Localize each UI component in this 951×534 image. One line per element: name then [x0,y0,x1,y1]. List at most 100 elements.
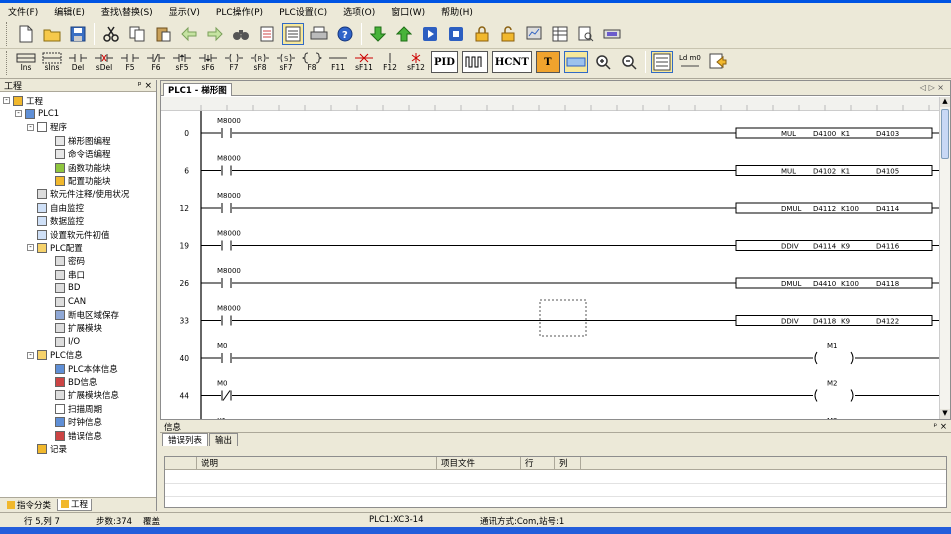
column-row[interactable]: 行 [521,457,555,470]
save-icon[interactable] [67,23,89,45]
column-col[interactable]: 列 [555,457,581,470]
new-file-icon[interactable] [15,23,37,45]
tree-item[interactable]: 错误信息 [55,429,102,442]
tree-item[interactable]: PLC信息 [37,349,83,362]
tree-item[interactable]: 密码 [55,255,85,268]
help-icon[interactable]: ? [334,23,356,45]
pin-close-icon[interactable]: ᵖ × [138,81,152,91]
menu-item-0[interactable]: 文件(F) [6,5,40,18]
scroll-up-arrow-icon[interactable]: ▲ [940,97,950,107]
tree-expander-icon[interactable]: - [15,110,22,118]
hcnt-button[interactable]: HCNT [491,51,532,73]
table-view-icon[interactable] [549,23,571,45]
tree-item[interactable]: 时钟信息 [55,416,102,429]
select-mode-icon[interactable] [563,51,588,73]
tree-item[interactable]: BD [55,282,80,295]
tab-error-list[interactable]: 错误列表 [162,433,209,446]
menu-item-3[interactable]: 显示(V) [167,5,202,18]
menu-item-2[interactable]: 查找\替换(S) [99,5,155,18]
tree-expander-icon[interactable]: - [27,244,34,252]
ladder-tool-f6[interactable]: F6 [143,51,169,77]
tab-ladder-diagram[interactable]: PLC1 - 梯形图 [163,83,232,96]
tree-expander-icon[interactable]: - [3,97,10,104]
ladder-tool-f7[interactable]: F7 [221,51,247,77]
ladder-tool-sins[interactable]: sIns [39,51,65,77]
ladder-tool-f5[interactable]: F5 [117,51,143,77]
redo-icon[interactable] [204,23,226,45]
monitor-icon[interactable] [523,23,545,45]
ladder-canvas[interactable]: 0 M8000 MUL D4100 K1 D4103 6 M8000 MUL D4102 K1 D41… [161,111,939,419]
scroll-thumb[interactable] [941,109,949,159]
pid-button[interactable]: PID [431,51,458,73]
ladder-tool-sf5[interactable]: sF5 [169,51,195,77]
upload-icon[interactable] [393,23,415,45]
ladder-tool-sf11[interactable]: sF11 [351,51,377,77]
device-icon[interactable] [601,23,623,45]
ladder-tool-f11[interactable]: F11 [325,51,351,77]
tree-item[interactable]: 断电区域保存 [55,308,119,321]
print-icon[interactable] [308,23,330,45]
tree-item[interactable]: PLC本体信息 [55,362,118,375]
ladder-tool-sdel[interactable]: sDel [91,51,117,77]
ladder-tool-sf8[interactable]: RsF8 [247,51,273,77]
menu-item-8[interactable]: 帮助(H) [439,5,475,18]
pin-close-icon[interactable]: ᵖ × [934,422,947,432]
tree-item[interactable]: 记录 [37,442,67,455]
toolbar-grip[interactable] [6,21,9,46]
ladder-view-icon[interactable] [282,22,304,45]
tree-item[interactable]: 软元件注释/使用状况 [37,188,129,201]
find-icon[interactable] [230,23,252,45]
lock-icon[interactable] [471,23,493,45]
ld-m0-button[interactable]: Ld m0 [677,51,703,73]
tab-output[interactable]: 输出 [209,433,239,446]
tree-expander-icon[interactable]: - [27,123,34,131]
tab-project[interactable]: 工程 [57,498,93,511]
tree-item[interactable]: 串口 [55,268,85,281]
ladder-grid-icon[interactable] [650,51,673,73]
tree-item[interactable]: 命令语编程 [55,148,111,161]
tree-item[interactable]: CAN [55,295,86,308]
toolbar-grip[interactable] [6,51,9,75]
menu-item-6[interactable]: 选项(O) [341,5,377,18]
ladder-tool-f12[interactable]: F12 [377,51,403,77]
stop-icon[interactable] [445,23,467,45]
tree-item[interactable]: 工程 [13,94,43,107]
tree-item[interactable]: BD信息 [55,375,97,388]
menu-item-4[interactable]: PLC操作(P) [214,5,265,18]
convert-icon[interactable] [707,51,729,73]
paste-icon[interactable] [152,23,174,45]
ladder-tool-sf6[interactable]: sF6 [195,51,221,77]
menu-item-1[interactable]: 编辑(E) [52,5,87,18]
menu-item-7[interactable]: 窗口(W) [389,5,427,18]
tree-item[interactable]: 扩展模块信息 [55,389,119,402]
tree-item[interactable]: 函数功能块 [55,161,111,174]
ladder-tool-ins[interactable]: Ins [13,51,39,77]
tree-item[interactable]: 配置功能块 [55,174,111,187]
ladder-tool-sf7[interactable]: SsF7 [273,51,299,77]
pulse-button[interactable] [461,51,488,73]
copy-icon[interactable] [126,23,148,45]
tree-item[interactable]: 数据监控 [37,215,84,228]
run-icon[interactable] [419,23,441,45]
timer-button[interactable]: T [535,51,560,73]
zoom-in-icon[interactable] [592,51,614,73]
tree-expander-icon[interactable]: - [27,351,34,359]
column-description[interactable]: 说明 [197,457,437,470]
tree-item[interactable]: 扩展模块 [55,322,102,335]
vertical-scrollbar[interactable]: ▲ ▼ [939,97,950,419]
menu-item-5[interactable]: PLC设置(C) [277,5,329,18]
cut-icon[interactable] [100,23,122,45]
ladder-tool-f8[interactable]: F8 [299,51,325,77]
zoom-out-icon[interactable] [618,51,640,73]
tree-item[interactable]: 扫描周期 [55,402,102,415]
ladder-tool-sf12[interactable]: sF12 [403,51,429,77]
ladder-tool-del[interactable]: Del [65,51,91,77]
tree-item[interactable]: 自由监控 [37,201,84,214]
undo-icon[interactable] [178,23,200,45]
tree-item[interactable]: 程序 [37,121,67,134]
tree-item[interactable]: I/O [55,335,80,348]
print-preview-icon[interactable] [256,23,278,45]
search-doc-icon[interactable] [575,23,597,45]
download-icon[interactable] [367,23,389,45]
tree-item[interactable]: PLC配置 [37,241,83,254]
